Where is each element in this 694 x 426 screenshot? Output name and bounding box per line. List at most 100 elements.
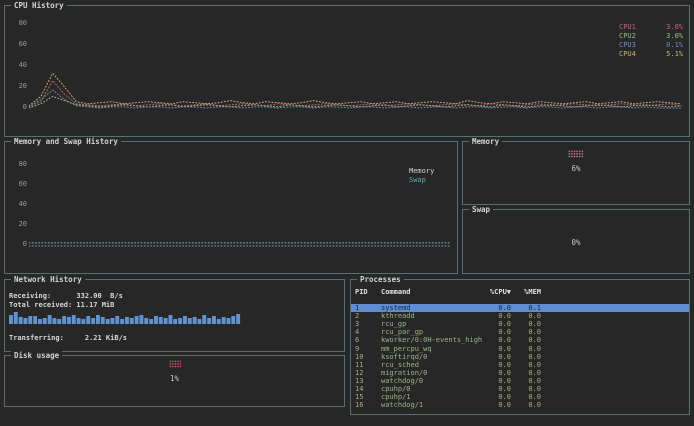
process-row[interactable]: 3rcu_gp0.00.0	[351, 320, 689, 328]
network-receiving-text: Receiving: 332.00 B/s	[9, 292, 123, 301]
memswap-history-title: Memory and Swap History	[11, 137, 121, 146]
cell-command: systemd	[381, 304, 483, 312]
cell-command: rcu_gp	[381, 320, 483, 328]
cell-mem: 0.0	[511, 393, 541, 401]
sparkline-bar	[9, 315, 13, 324]
cell-command: watchdog/0	[381, 377, 483, 385]
swap-gauge-title: Swap	[469, 205, 493, 214]
process-row[interactable]: 6kworker/0:0H-events_high0.00.0	[351, 336, 689, 344]
header-cpu-sort[interactable]: %CPU▼	[483, 288, 511, 296]
process-row[interactable]: 1systemd0.00.1	[351, 304, 689, 312]
sparkline-bar	[130, 318, 134, 324]
sparkline-bar	[231, 316, 235, 324]
cell-cpu: 0.0	[483, 369, 511, 377]
header-pid[interactable]: PID	[355, 288, 381, 296]
legend-value: 5.1%	[653, 50, 683, 59]
ytick-label: 40	[11, 200, 27, 208]
sparkline-bar	[57, 319, 61, 324]
network-history-title: Network History	[11, 275, 85, 284]
cpu-history-title: CPU History	[11, 1, 67, 10]
processes-header-spacer	[351, 296, 689, 304]
cpu-history-panel: CPU History 806040200 CPU13.0%CPU23.0%CP…	[4, 5, 690, 137]
disk-usage-panel: Disk usage 1%	[4, 355, 345, 407]
cell-mem: 0.0	[511, 320, 541, 328]
cell-cpu: 0.0	[483, 328, 511, 336]
cell-cpu: 0.0	[483, 353, 511, 361]
cell-command: kworker/0:0H-events_high	[381, 336, 483, 344]
legend-name: CPU2	[619, 32, 653, 41]
disk-gauge-percent: 1%	[170, 374, 179, 383]
cell-cpu: 0.0	[483, 385, 511, 393]
sparkline-bar	[53, 318, 57, 324]
legend-item-memory: Memory	[409, 167, 443, 176]
cell-mem: 0.0	[511, 345, 541, 353]
sparkline-bar	[111, 318, 115, 324]
disk-gauge-dots	[169, 360, 181, 368]
cell-cpu: 0.0	[483, 393, 511, 401]
sparkline-bar	[101, 317, 105, 324]
sparkline-bar	[212, 316, 216, 324]
process-row[interactable]: 11rcu_sched0.00.0	[351, 361, 689, 369]
sparkline-bar	[72, 315, 76, 324]
sparkline-bar	[207, 318, 211, 324]
sparkline-bar	[149, 319, 153, 324]
ytick-label: 60	[11, 180, 27, 188]
cpu-yaxis: 806040200	[11, 19, 27, 111]
sparkline-bar	[188, 318, 192, 324]
ytick-label: 0	[11, 240, 27, 248]
ytick-label: 80	[11, 19, 27, 27]
sparkline-bar	[67, 317, 71, 324]
ytick-label: 80	[11, 160, 27, 168]
process-row[interactable]: 15cpuhp/10.00.0	[351, 393, 689, 401]
sparkline-bar	[120, 319, 124, 324]
cell-cpu: 0.0	[483, 304, 511, 312]
process-row[interactable]: 16watchdog/10.00.0	[351, 401, 689, 409]
cell-pid: 1	[355, 304, 381, 312]
swap-gauge-percent: 0%	[571, 238, 580, 247]
processes-title: Processes	[357, 275, 404, 284]
legend-value: 0.1%	[653, 41, 683, 50]
sparkline-bar	[14, 312, 18, 324]
ytick-label: 0	[11, 103, 27, 111]
process-row[interactable]: 13watchdog/00.00.0	[351, 377, 689, 385]
ytick-label: 20	[11, 82, 27, 90]
cell-pid: 10	[355, 353, 381, 361]
process-row[interactable]: 9mm_percpu_wq0.00.0	[351, 345, 689, 353]
cell-command: mm_percpu_wq	[381, 345, 483, 353]
process-row[interactable]: 12migration/00.00.0	[351, 369, 689, 377]
legend-name: Memory	[409, 167, 443, 176]
process-row[interactable]: 10ksoftirqd/00.00.0	[351, 353, 689, 361]
processes-panel: Processes PID Command %CPU▼ %MEM 1system…	[350, 279, 690, 415]
legend-name: CPU3	[619, 41, 653, 50]
cpu-legend: CPU13.0%CPU23.0%CPU30.1%CPU45.1%	[619, 23, 683, 59]
system-monitor-screen: CPU History 806040200 CPU13.0%CPU23.0%CP…	[0, 0, 694, 426]
sparkline-bar	[193, 317, 197, 324]
sparkline-bar	[82, 319, 86, 324]
sparkline-bar	[33, 316, 37, 324]
sparkline-bar	[91, 318, 95, 324]
cell-cpu: 0.0	[483, 345, 511, 353]
cell-command: rcu_sched	[381, 361, 483, 369]
sparkline-bar	[125, 317, 129, 324]
sparkline-bar	[135, 316, 139, 324]
sparkline-bar	[198, 319, 202, 324]
sparkline-bar	[183, 316, 187, 324]
legend-name: CPU4	[619, 50, 653, 59]
cell-pid: 4	[355, 328, 381, 336]
sparkline-bar	[48, 315, 52, 324]
cell-pid: 13	[355, 377, 381, 385]
cell-pid: 2	[355, 312, 381, 320]
memory-gauge-title: Memory	[469, 137, 502, 146]
sparkline-bar	[24, 318, 28, 324]
process-row[interactable]: 14cpuhp/00.00.0	[351, 385, 689, 393]
cell-pid: 3	[355, 320, 381, 328]
cell-mem: 0.0	[511, 328, 541, 336]
header-command[interactable]: Command	[381, 288, 483, 296]
header-mem[interactable]: %MEM	[511, 288, 541, 296]
sparkline-bar	[164, 318, 168, 324]
process-row[interactable]: 2kthreadd0.00.0	[351, 312, 689, 320]
process-row[interactable]: 4rcu_par_gp0.00.0	[351, 328, 689, 336]
cell-pid: 11	[355, 361, 381, 369]
cell-mem: 0.0	[511, 353, 541, 361]
cell-command: cpuhp/0	[381, 385, 483, 393]
